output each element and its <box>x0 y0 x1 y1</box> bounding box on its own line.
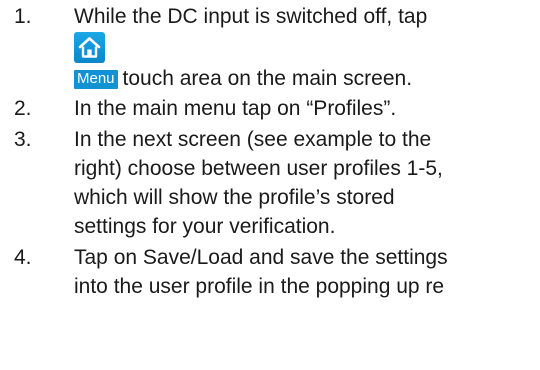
menu-line: Menu touch area on the main screen. <box>74 64 540 93</box>
instruction-list: 1. While the DC input is switched off, t… <box>0 0 540 301</box>
step-line: right) choose between user profiles 1-5, <box>74 157 443 180</box>
step-text-continued: touch area on the main screen. <box>122 67 413 90</box>
list-item-step-1: 1. While the DC input is switched off, t… <box>0 2 540 93</box>
step-number: 4. <box>14 246 32 269</box>
list-item-step-3: 3. In the next screen (see example to th… <box>0 125 540 241</box>
step-text: While the DC input is switched off, tap <box>74 5 428 28</box>
step-text: In the main menu tap on “Profiles”. <box>74 97 397 120</box>
home-icon <box>74 32 105 63</box>
list-item-step-2: 2. In the main menu tap on “Profiles”. <box>0 94 540 123</box>
step-number: 3. <box>14 128 32 151</box>
step-line: In the next screen (see example to the <box>74 128 432 151</box>
home-icon-container <box>74 32 540 64</box>
list-item-step-4: 4. Tap on Save/Load and save the setting… <box>0 243 540 301</box>
step-line: which will show the profile’s stored <box>74 186 395 209</box>
menu-touch-label: Menu <box>74 70 118 89</box>
step-number: 2. <box>14 97 32 120</box>
step-line: Tap on Save/Load and save the settings <box>74 246 448 269</box>
step-line: settings for your verification. <box>74 215 336 238</box>
document-page: 1. While the DC input is switched off, t… <box>0 0 540 370</box>
step-number: 1. <box>14 5 32 28</box>
step-line: into the user profile in the popping up … <box>74 275 445 298</box>
